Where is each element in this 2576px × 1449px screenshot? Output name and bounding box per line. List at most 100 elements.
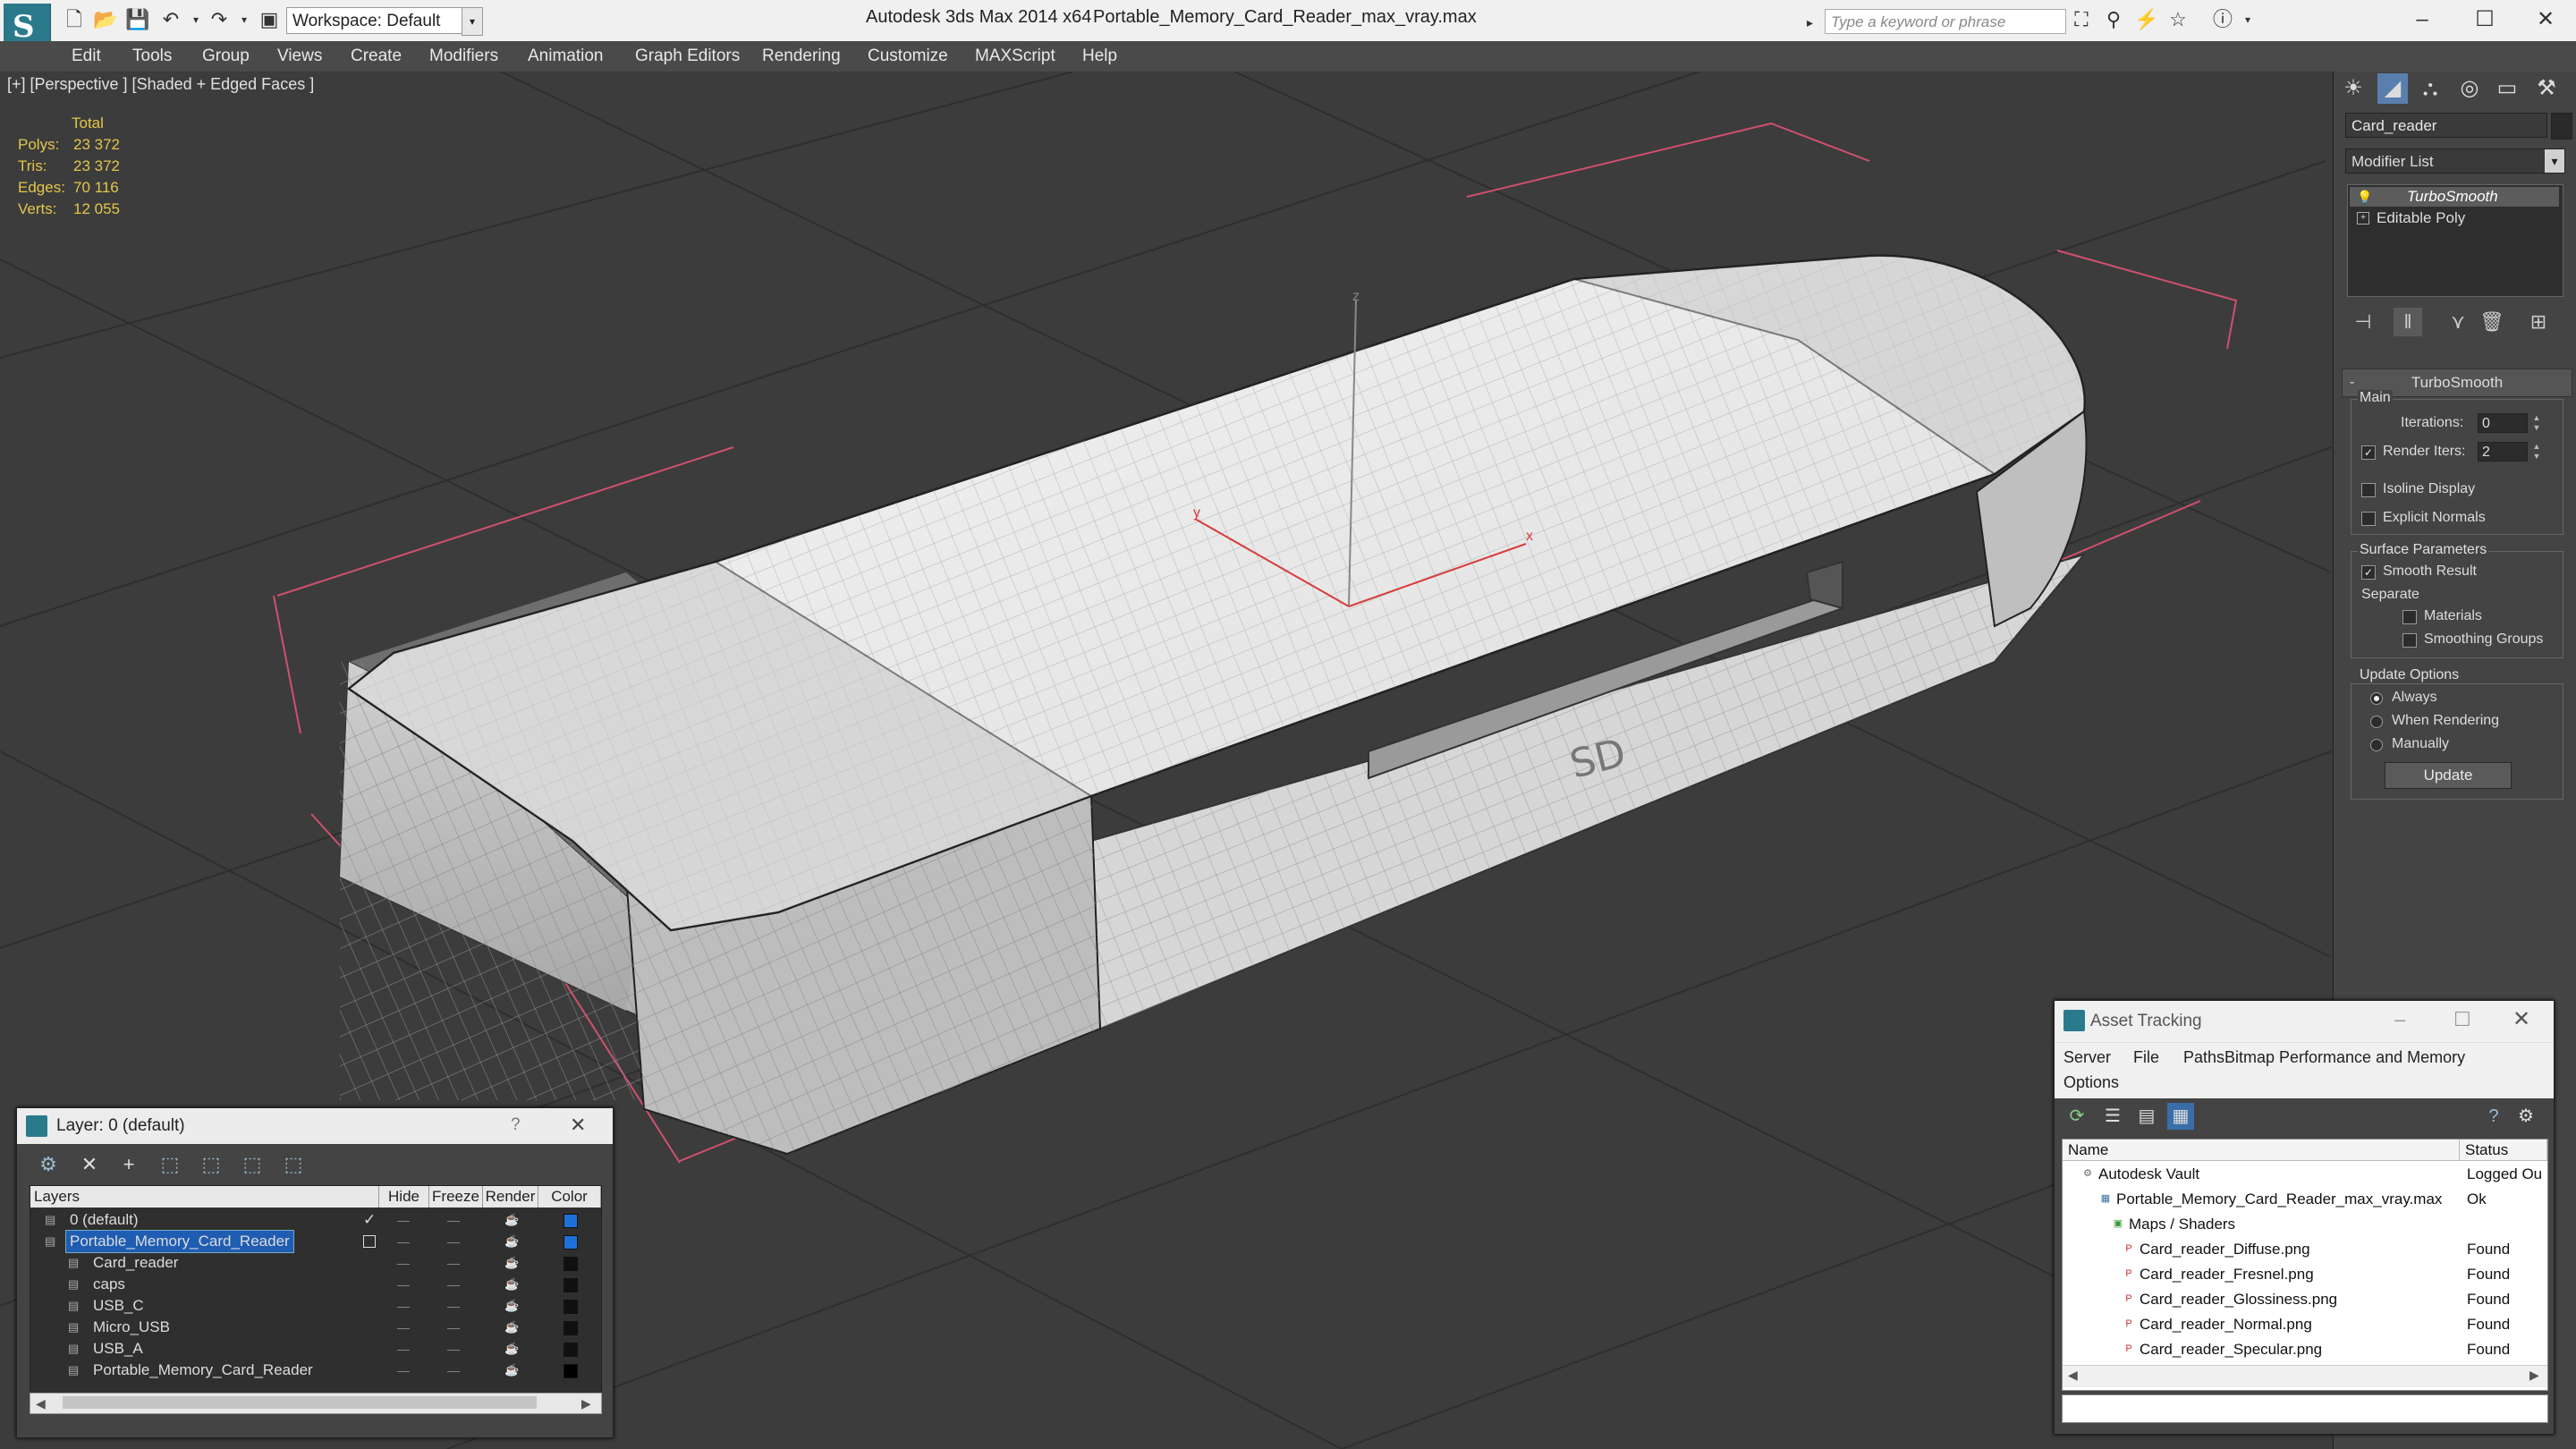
layer-window-close-icon[interactable]: ✕	[570, 1114, 586, 1137]
iterations-spinner[interactable]: 0	[2478, 413, 2528, 433]
binoculars-icon[interactable]: ⛶	[2070, 9, 2093, 30]
communication-center-icon[interactable]: ⚡	[2134, 9, 2158, 30]
asset-settings-icon[interactable]: ⚙	[2512, 1103, 2539, 1130]
hide-toggle[interactable]: —	[397, 1338, 410, 1360]
hide-toggle[interactable]: —	[397, 1360, 410, 1381]
workspace-select[interactable]: Workspace: Default ▾	[286, 7, 481, 34]
asset-path-field[interactable]	[2062, 1394, 2548, 1423]
menu-modifiers[interactable]: Modifiers	[429, 45, 498, 68]
make-unique-icon[interactable]: ⋎	[2444, 308, 2472, 336]
save-file-icon[interactable]: 💾	[125, 9, 149, 30]
search-input[interactable]: Type a keyword or phrase	[1825, 9, 2066, 34]
redo-icon[interactable]: ↷	[208, 9, 231, 30]
thumbnail-view-icon[interactable]: ▤	[2133, 1103, 2160, 1130]
layer-window-help-button[interactable]: ?	[511, 1115, 521, 1135]
quick-access-dropdown[interactable]: ▾	[462, 7, 483, 36]
undo-icon[interactable]: ↶	[159, 9, 182, 30]
subscription-icon[interactable]: ⚲	[2102, 9, 2125, 30]
name-column-header[interactable]: Name	[2063, 1140, 2460, 1161]
help-icon[interactable]: ⓘ	[2211, 9, 2234, 30]
layer-row[interactable]: ▤ Micro_USB — — ☕	[30, 1317, 601, 1338]
menu-group[interactable]: Group	[202, 45, 250, 68]
redo-dropdown-icon[interactable]: ▾	[233, 9, 256, 30]
stack-item-turbosmooth[interactable]: 💡 TurboSmooth	[2350, 187, 2559, 207]
asset-row[interactable]: P Card_reader_Normal.png Found	[2063, 1313, 2547, 1336]
asset-row[interactable]: P Card_reader_Specular.png Found	[2063, 1338, 2547, 1361]
add-to-layer-icon[interactable]: +	[114, 1151, 144, 1178]
freeze-toggle[interactable]: —	[447, 1317, 460, 1338]
render-teapot-icon[interactable]: ☕	[504, 1295, 519, 1317]
highlight-layer-icon[interactable]: ⬚	[196, 1151, 226, 1178]
scroll-left-icon[interactable]: ◀	[36, 1394, 46, 1413]
remove-modifier-icon[interactable]: 🗑	[2478, 308, 2506, 336]
update-button[interactable]: Update	[2385, 762, 2512, 789]
create-tab-icon[interactable]: ☀	[2338, 73, 2368, 104]
hide-column-header[interactable]: Hide	[379, 1186, 429, 1208]
hide-toggle[interactable]: —	[397, 1295, 410, 1317]
layers-column-header[interactable]: Layers	[30, 1186, 379, 1208]
hide-toggle[interactable]: —	[397, 1231, 410, 1252]
menu-edit[interactable]: Edit	[72, 45, 101, 68]
active-layer-check-icon[interactable]: ✓	[363, 1209, 376, 1231]
display-tab-icon[interactable]: ▭	[2492, 73, 2522, 104]
maximize-button[interactable]: ☐	[2467, 4, 2503, 36]
render-column-header[interactable]: Render	[483, 1186, 538, 1208]
asset-menu-paths[interactable]: Paths	[2183, 1048, 2224, 1067]
asset-window-minimize-button[interactable]: –	[2394, 1008, 2405, 1031]
make-active-layer-icon[interactable]	[363, 1235, 376, 1248]
freeze-toggle[interactable]: —	[447, 1252, 460, 1274]
freeze-all-layers-icon[interactable]: ⬚	[278, 1151, 309, 1178]
minimize-button[interactable]: –	[2404, 4, 2440, 36]
freeze-toggle[interactable]: —	[447, 1231, 460, 1252]
hide-all-layers-icon[interactable]: ⬚	[237, 1151, 267, 1178]
asset-row[interactable]: P Card_reader_Fresnel.png Found	[2063, 1263, 2547, 1286]
layer-row[interactable]: ▤ Portable_Memory_Card_Reader — — ☕	[30, 1360, 601, 1381]
menu-help[interactable]: Help	[1082, 45, 1117, 68]
menu-customize[interactable]: Customize	[868, 45, 948, 68]
render-iters-checkbox[interactable]: ✓	[2361, 445, 2376, 460]
project-folder-icon[interactable]: ▣	[258, 9, 281, 30]
layer-row[interactable]: ▤ caps — — ☕	[30, 1274, 601, 1295]
render-teapot-icon[interactable]: ☕	[504, 1209, 519, 1231]
asset-row[interactable]: P Card_reader_Diffuse.png Found	[2063, 1238, 2547, 1261]
scroll-left-icon[interactable]: ◀	[2068, 1368, 2078, 1383]
refresh-icon[interactable]: ⟳	[2063, 1103, 2090, 1130]
bulb-icon[interactable]: 💡	[2357, 187, 2372, 207]
modifier-list-dropdown[interactable]: Modifier List ▾	[2345, 148, 2565, 174]
hide-toggle[interactable]: —	[397, 1317, 410, 1338]
menu-animation[interactable]: Animation	[528, 45, 604, 68]
status-column-header[interactable]: Status	[2460, 1140, 2547, 1161]
render-teapot-icon[interactable]: ☕	[504, 1317, 519, 1338]
modify-tab-icon[interactable]: ◢	[2377, 73, 2408, 104]
layer-window-titlebar[interactable]: Layer: 0 (default) ? ✕	[17, 1108, 613, 1144]
isoline-display-checkbox[interactable]	[2361, 483, 2376, 497]
asset-help-icon[interactable]: ?	[2480, 1103, 2507, 1130]
viewport-label[interactable]: [+] [Perspective ] [Shaded + Edged Faces…	[7, 75, 314, 94]
asset-menu-options[interactable]: Options	[2063, 1073, 2119, 1092]
menu-rendering[interactable]: Rendering	[762, 45, 841, 68]
object-name-field[interactable]: Card_reader	[2345, 113, 2547, 138]
separate-materials-checkbox[interactable]	[2402, 610, 2417, 624]
asset-row[interactable]: ⚙ Autodesk Vault Logged Ou	[2063, 1163, 2547, 1186]
favorites-star-icon[interactable]: ☆	[2166, 9, 2190, 30]
hierarchy-tab-icon[interactable]: ⛬	[2415, 73, 2445, 104]
smooth-result-checkbox[interactable]: ✓	[2361, 565, 2376, 580]
menu-create[interactable]: Create	[351, 45, 402, 68]
render-teapot-icon[interactable]: ☕	[504, 1231, 519, 1252]
color-column-header[interactable]: Color	[538, 1186, 601, 1208]
layer-color-swatch[interactable]	[564, 1364, 578, 1378]
asset-row[interactable]: ▦ Portable_Memory_Card_Reader_max_vray.ma…	[2063, 1188, 2547, 1211]
select-in-layer-icon[interactable]: ⬚	[155, 1151, 185, 1178]
asset-row[interactable]: P Card_reader_Glossiness.png Found	[2063, 1288, 2547, 1311]
undo-dropdown-icon[interactable]: ▾	[184, 9, 208, 30]
iterations-spin-arrows[interactable]: ▲ ▼	[2531, 413, 2542, 433]
menu-maxscript[interactable]: MAXScript	[975, 45, 1055, 68]
render-teapot-icon[interactable]: ☕	[504, 1252, 519, 1274]
list-view-icon[interactable]: ☰	[2099, 1103, 2126, 1130]
asset-menu-server[interactable]: Server	[2063, 1048, 2111, 1067]
hide-toggle[interactable]: —	[397, 1252, 410, 1274]
search-expand-icon[interactable]: ▸	[1807, 11, 1819, 34]
layer-horizontal-scrollbar[interactable]: ◀ ▶	[30, 1393, 602, 1414]
freeze-toggle[interactable]: —	[447, 1209, 460, 1231]
update-manually-radio[interactable]	[2370, 739, 2383, 751]
